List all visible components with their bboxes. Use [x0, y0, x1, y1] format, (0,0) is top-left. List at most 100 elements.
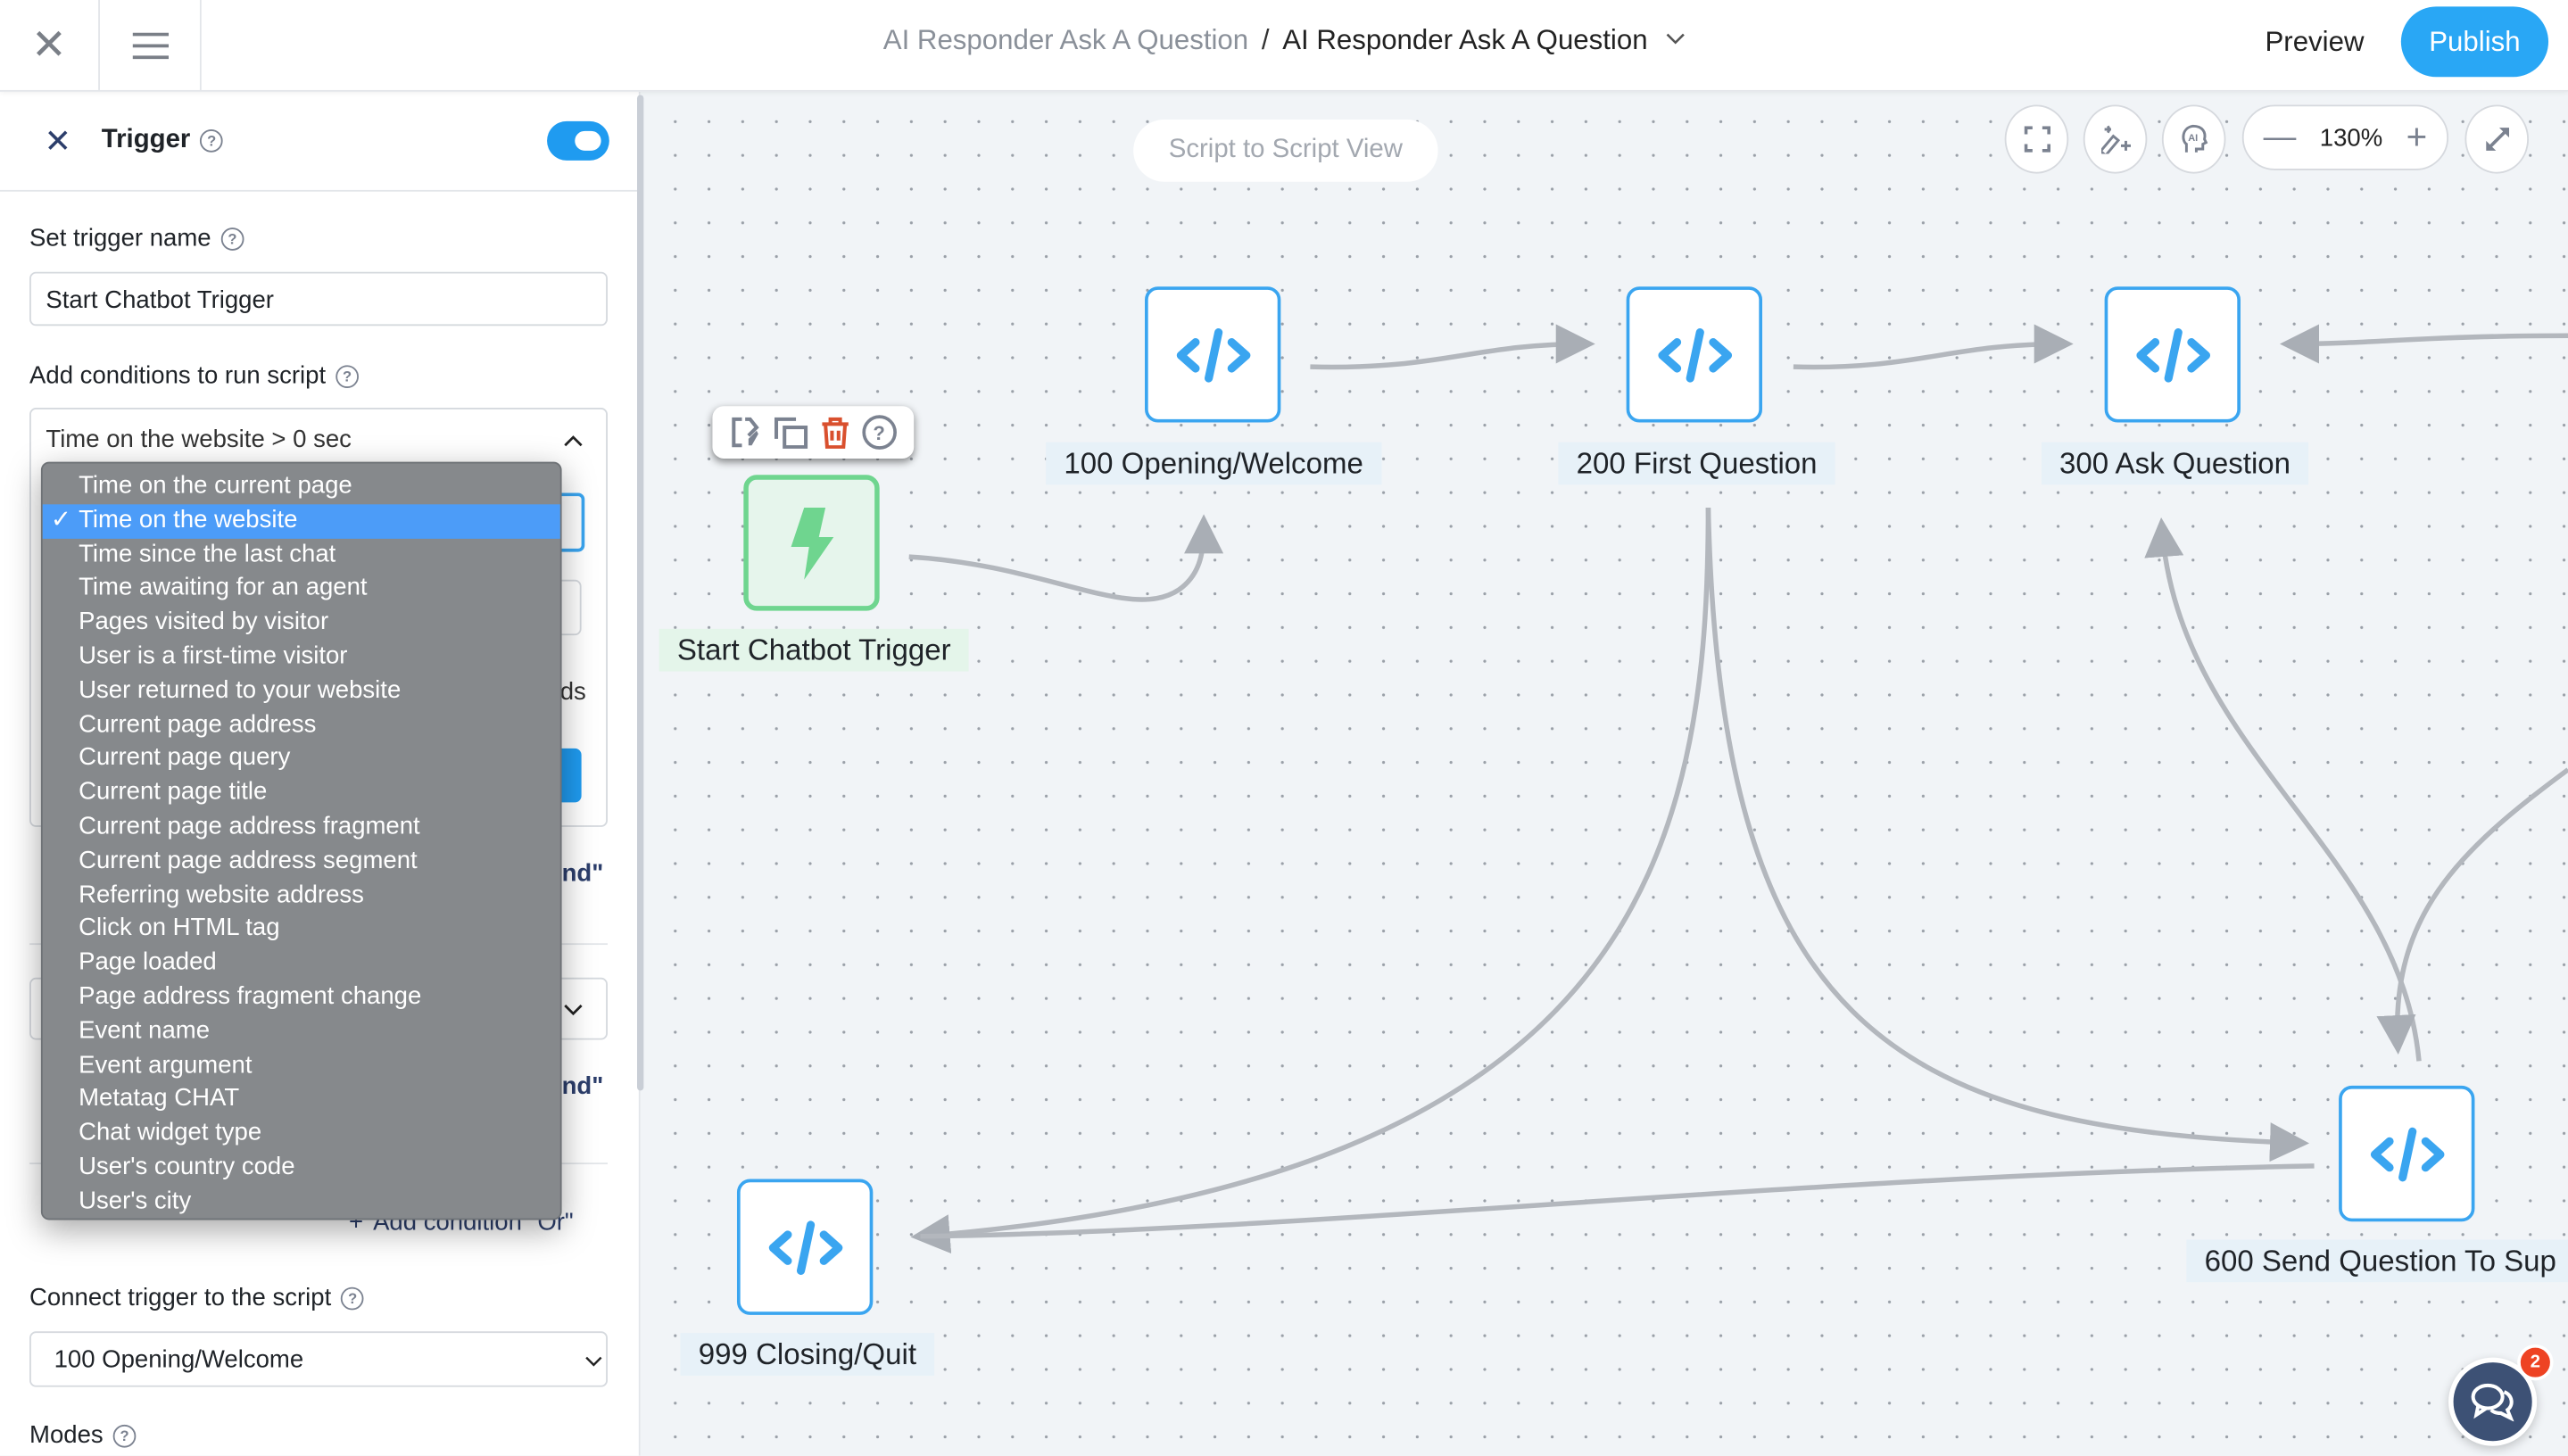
dropdown-option-label: Time on the current page	[79, 471, 352, 500]
edge-600-999	[920, 1163, 2315, 1239]
dropdown-option-label: Page loaded	[79, 948, 217, 977]
trash-icon[interactable]	[821, 416, 850, 449]
checkmark-icon: ✓	[50, 505, 71, 534]
node-toolbar: ?	[712, 406, 915, 459]
dropdown-option[interactable]: Time awaiting for an agent	[43, 572, 560, 606]
breadcrumb-current[interactable]: AI Responder Ask A Question	[1282, 25, 1647, 56]
magic-wand-icon	[2100, 125, 2131, 154]
zoom-in-button[interactable]: +	[2406, 116, 2428, 159]
code-icon	[1657, 327, 1732, 382]
node-100[interactable]	[1145, 286, 1281, 423]
dropdown-option[interactable]: Current page address	[43, 708, 560, 742]
preview-button[interactable]: Preview	[2265, 26, 2364, 59]
dropdown-option[interactable]: Event argument	[43, 1049, 560, 1083]
node-999[interactable]	[736, 1179, 874, 1315]
auto-arrange-button[interactable]	[2083, 104, 2148, 174]
edge-in-600	[2376, 767, 2568, 1055]
chat-bubbles-icon	[2471, 1383, 2514, 1422]
dropdown-option[interactable]: Pages visited by visitor	[43, 606, 560, 640]
dropdown-option[interactable]: Event name	[43, 1015, 560, 1049]
dropdown-option[interactable]: Time on the current page	[43, 470, 560, 504]
dropdown-option-label: Current page address fragment	[79, 812, 420, 840]
edge-in-300	[2280, 324, 2568, 364]
dropdown-option-label: Time on the website	[79, 505, 298, 534]
dropdown-option-label: User's country code	[79, 1153, 295, 1181]
dropdown-option[interactable]: User's city	[43, 1185, 560, 1219]
zoom-level: 130%	[2319, 123, 2383, 152]
edit-node-icon[interactable]	[728, 416, 761, 449]
breadcrumb: AI Responder Ask A Question / AI Responder…	[0, 25, 2568, 58]
dropdown-option-label: Metatag CHAT	[79, 1084, 240, 1113]
node-label-300[interactable]: 300 Ask Question	[2041, 442, 2309, 485]
node-label-600[interactable]: 600 Send Question To Sup	[2186, 1239, 2568, 1283]
breadcrumb-separator: /	[1261, 24, 1270, 56]
dropdown-option-label: Current page address segment	[79, 846, 418, 874]
dropdown-option-label: User's city	[79, 1187, 192, 1215]
help-icon[interactable]: ?	[862, 414, 898, 450]
dropdown-option[interactable]: Referring website address	[43, 879, 560, 913]
breadcrumb-parent[interactable]: AI Responder Ask A Question	[883, 25, 1248, 56]
edge-trigger-100	[908, 514, 1224, 602]
dropdown-option[interactable]: User returned to your website	[43, 674, 560, 708]
ai-assistant-button[interactable]: AI	[2161, 104, 2226, 174]
dropdown-option[interactable]: Metatag CHAT	[43, 1083, 560, 1117]
node-600[interactable]	[2339, 1085, 2475, 1222]
chat-unread-badge: 2	[2517, 1344, 2554, 1381]
dropdown-option-label: Event argument	[79, 1050, 253, 1079]
dropdown-option-label: Current page address	[79, 709, 317, 739]
duplicate-icon[interactable]	[773, 416, 808, 449]
dropdown-option-label: Chat widget type	[79, 1118, 262, 1147]
fit-to-screen-button[interactable]	[2004, 104, 2069, 174]
edge-100-200	[1310, 324, 1595, 370]
dropdown-option[interactable]: User is a first-time visitor	[43, 641, 560, 674]
dropdown-option[interactable]: Current page title	[43, 776, 560, 810]
node-label-trigger[interactable]: Start Chatbot Trigger	[659, 628, 969, 672]
fullscreen-button[interactable]	[2464, 104, 2530, 174]
svg-text:?: ?	[874, 422, 885, 444]
dropdown-option[interactable]: Current page address fragment	[43, 811, 560, 845]
dropdown-option[interactable]: Page address fragment change	[43, 980, 560, 1014]
dropdown-option[interactable]: Chat widget type	[43, 1117, 560, 1151]
chevron-down-icon[interactable]	[1665, 33, 1685, 46]
node-trigger[interactable]	[743, 475, 880, 611]
edge-600-300	[2144, 517, 2422, 1062]
node-label-100[interactable]: 100 Opening/Welcome	[1046, 442, 1382, 485]
code-icon	[2369, 1126, 2444, 1181]
expand-icon	[2485, 128, 2509, 151]
zoom-out-button[interactable]: —	[2264, 119, 2297, 156]
dropdown-option[interactable]: User's country code	[43, 1151, 560, 1185]
dropdown-option-label: Page address fragment change	[79, 982, 422, 1011]
dropdown-option-label: Click on HTML tag	[79, 914, 280, 943]
dropdown-option-label: Current page query	[79, 744, 291, 773]
dropdown-option-label: Referring website address	[79, 880, 364, 908]
node-label-200[interactable]: 200 First Question	[1558, 442, 1835, 485]
dropdown-option-label: Current page title	[79, 778, 268, 807]
dropdown-option[interactable]: Time since the last chat	[43, 538, 560, 572]
node-200[interactable]	[1626, 286, 1762, 423]
dropdown-option-label: User returned to your website	[79, 675, 402, 704]
node-300[interactable]	[2104, 286, 2241, 423]
dropdown-option[interactable]: ✓ Time on the website	[42, 503, 560, 539]
dropdown-option[interactable]: Page loaded	[43, 947, 560, 980]
dropdown-option[interactable]: Current page query	[43, 742, 560, 776]
dropdown-option-label: Event name	[79, 1016, 211, 1045]
code-icon	[767, 1220, 842, 1275]
condition-type-dropdown[interactable]: Time on the current page ✓ Time on the web…	[40, 461, 562, 1220]
dropdown-option-label: Time awaiting for an agent	[79, 574, 368, 602]
publish-button[interactable]: Publish	[2400, 6, 2549, 78]
fit-screen-icon	[2023, 126, 2050, 153]
dropdown-option-label: User is a first-time visitor	[79, 641, 348, 670]
dropdown-option[interactable]: Click on HTML tag	[43, 913, 560, 947]
edge-200-999	[910, 508, 1711, 1254]
script-to-script-view-button[interactable]: Script to Script View	[1133, 119, 1438, 182]
node-label-999[interactable]: 999 Closing/Quit	[680, 1333, 935, 1376]
svg-text:AI: AI	[2187, 133, 2197, 144]
top-bar: ✕ AI Responder Ask A Question / AI Respond…	[0, 0, 2568, 92]
ai-head-icon: AI	[2181, 124, 2208, 153]
lightning-icon	[790, 507, 833, 579]
dropdown-option[interactable]: Current page address segment	[43, 845, 560, 879]
edge-200-300	[1793, 324, 2074, 370]
zoom-control: — 130% +	[2241, 104, 2449, 170]
code-icon	[2135, 327, 2210, 382]
dropdown-option-label: Pages visited by visitor	[79, 608, 329, 636]
